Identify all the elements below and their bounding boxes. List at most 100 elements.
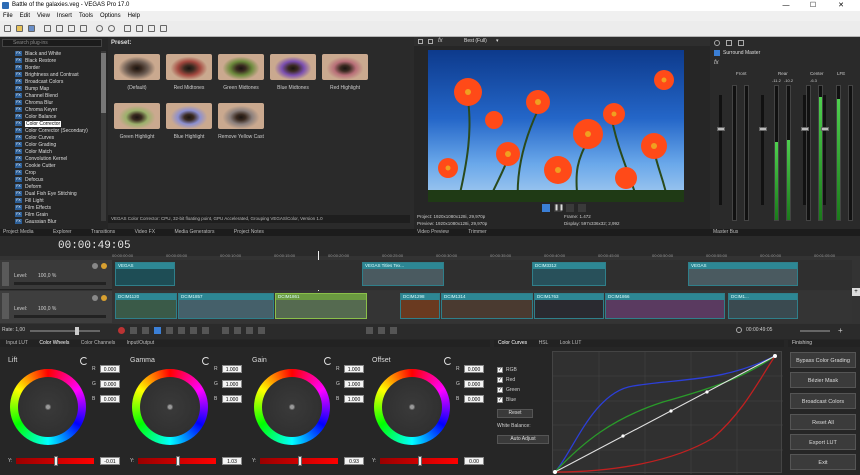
- preset-thumbnail[interactable]: [218, 54, 264, 80]
- channel-r-value[interactable]: 0.000: [464, 365, 484, 373]
- pause-button[interactable]: ❚❚: [554, 204, 564, 212]
- snap-icon[interactable]: [124, 25, 131, 32]
- tab-input-output[interactable]: Input/Output: [127, 340, 155, 346]
- copy-icon[interactable]: [80, 25, 87, 32]
- fx-list-item[interactable]: FX Color Balance: [4, 114, 56, 121]
- clip[interactable]: DCIM1866: [605, 293, 725, 319]
- fx-list-item[interactable]: FX Channel Blend: [4, 93, 58, 100]
- luma-slider-handle[interactable]: [54, 456, 58, 466]
- undo-icon[interactable]: [96, 25, 103, 32]
- luma-value[interactable]: -0.01: [100, 457, 120, 465]
- play-button[interactable]: [154, 327, 161, 334]
- lock-icon[interactable]: [366, 327, 373, 334]
- broadcast-colors-button[interactable]: Broadcast Colors: [790, 393, 856, 409]
- region-icon[interactable]: [390, 327, 397, 334]
- preview-image[interactable]: [428, 50, 684, 202]
- preset-thumbnail[interactable]: [166, 54, 212, 80]
- checkbox-blue[interactable]: ✓: [497, 397, 503, 403]
- fx-list-item[interactable]: FX Cookie Cutter: [4, 163, 56, 170]
- fx-list-item[interactable]: FX Defocus: [4, 177, 43, 184]
- luma-slider-handle[interactable]: [298, 456, 302, 466]
- zoom-slider[interactable]: [800, 330, 830, 332]
- tab-look-lut[interactable]: Look LUT: [560, 340, 582, 346]
- preset-thumbnail[interactable]: [218, 103, 264, 129]
- record-button[interactable]: [118, 327, 125, 334]
- checkbox-red[interactable]: ✓: [497, 377, 503, 383]
- mute-icon[interactable]: [92, 295, 98, 301]
- fx-search-input[interactable]: Search plug-ins: [2, 39, 102, 47]
- tab-media-generators[interactable]: Media Generators: [174, 229, 214, 235]
- clip[interactable]: DCIM1763: [534, 293, 604, 319]
- tab-trimmer[interactable]: Trimmer: [468, 229, 486, 235]
- luma-value[interactable]: 1.03: [222, 457, 242, 465]
- play-from-start-button[interactable]: [142, 327, 149, 334]
- exit-button[interactable]: Exit: [790, 454, 856, 470]
- fx-list-item[interactable]: FX Color Corrector (Secondary): [4, 128, 88, 135]
- menu-help[interactable]: Help: [128, 11, 140, 21]
- bypass-color-grading-button[interactable]: Bypass Color Grading: [790, 352, 856, 368]
- wheel-handle[interactable]: [289, 404, 295, 410]
- play-button[interactable]: [542, 204, 550, 212]
- wheel-handle[interactable]: [167, 404, 173, 410]
- tab-hsl[interactable]: HSL: [539, 340, 549, 346]
- fx-list-item[interactable]: FX Color Corrector: [4, 121, 62, 128]
- channel-fader[interactable]: [761, 95, 764, 205]
- reset-wheel-icon[interactable]: [324, 357, 332, 365]
- menu-file[interactable]: File: [3, 11, 13, 21]
- solo-icon[interactable]: [101, 263, 107, 269]
- channel-g-value[interactable]: 1.000: [344, 380, 364, 388]
- channel-b-value[interactable]: 1.000: [222, 395, 242, 403]
- fx-list-item[interactable]: FX Gaussian Blur: [4, 219, 56, 226]
- reset-wheel-icon[interactable]: [444, 357, 452, 365]
- preset-thumbnail[interactable]: [322, 54, 368, 80]
- color-wheel[interactable]: [374, 369, 450, 445]
- tab-color-channels[interactable]: Color Channels: [81, 340, 115, 346]
- luma-value[interactable]: 0.93: [344, 457, 364, 465]
- luma-slider-handle[interactable]: [418, 456, 422, 466]
- fader-handle[interactable]: [716, 127, 725, 131]
- preset-thumbnail[interactable]: [270, 54, 316, 80]
- auto-ripple-icon[interactable]: [136, 25, 143, 32]
- bezier-mask-button[interactable]: Bézier Mask: [790, 372, 856, 388]
- video-fx-icon[interactable]: fx: [438, 38, 443, 44]
- preset-thumbnail[interactable]: [114, 54, 160, 80]
- clip[interactable]: DCIM1857: [178, 293, 274, 319]
- redo-icon[interactable]: [108, 25, 115, 32]
- envelope-tool-icon[interactable]: [234, 327, 241, 334]
- clip[interactable]: DCIM1298: [400, 293, 440, 319]
- clip[interactable]: DCIM3312: [532, 262, 606, 286]
- tab-project-media[interactable]: Project Media: [3, 229, 34, 235]
- tab-color-wheels[interactable]: Color Wheels: [39, 340, 69, 346]
- preset-thumbnail[interactable]: [166, 103, 212, 129]
- tab-color-curves[interactable]: Color Curves: [498, 340, 527, 346]
- luma-slider[interactable]: [138, 456, 216, 466]
- mute-icon[interactable]: [92, 263, 98, 269]
- curves-reset-button[interactable]: Reset: [497, 409, 533, 418]
- fx-list-item[interactable]: FX Bump Map: [4, 86, 49, 93]
- tab-input-lut[interactable]: Input LUT: [6, 340, 28, 346]
- fx-list-item[interactable]: FX Color Match: [4, 149, 52, 156]
- curves-graph[interactable]: [552, 351, 783, 474]
- channel-r-value[interactable]: 1.000: [344, 365, 364, 373]
- marker-icon[interactable]: [378, 327, 385, 334]
- dim-output-icon[interactable]: [738, 40, 744, 46]
- loop-playback-button[interactable]: [130, 327, 137, 334]
- channel-b-value[interactable]: 1.000: [344, 395, 364, 403]
- track-level-slider[interactable]: [14, 315, 106, 318]
- fx-list-item[interactable]: FX Film Grain: [4, 212, 48, 219]
- fx-list-item[interactable]: FX Deform: [4, 184, 41, 191]
- split-screen-icon[interactable]: [428, 39, 433, 44]
- preview-settings-icon[interactable]: [418, 39, 423, 44]
- stop-button[interactable]: [566, 204, 574, 212]
- menu-insert[interactable]: Insert: [57, 11, 72, 21]
- luma-slider[interactable]: [16, 456, 94, 466]
- track-level-value[interactable]: 100,0 %: [38, 273, 56, 279]
- track-level-value[interactable]: 100,0 %: [38, 306, 56, 312]
- fx-list-item[interactable]: FX Crop: [4, 170, 36, 177]
- zoom-icon[interactable]: [160, 25, 167, 32]
- luma-slider[interactable]: [380, 456, 458, 466]
- clip[interactable]: DCIM1314: [441, 293, 533, 319]
- luma-slider-handle[interactable]: [176, 456, 180, 466]
- fx-list-item[interactable]: FX Convolution Kernel: [4, 156, 67, 163]
- selection-tool-icon[interactable]: [246, 327, 253, 334]
